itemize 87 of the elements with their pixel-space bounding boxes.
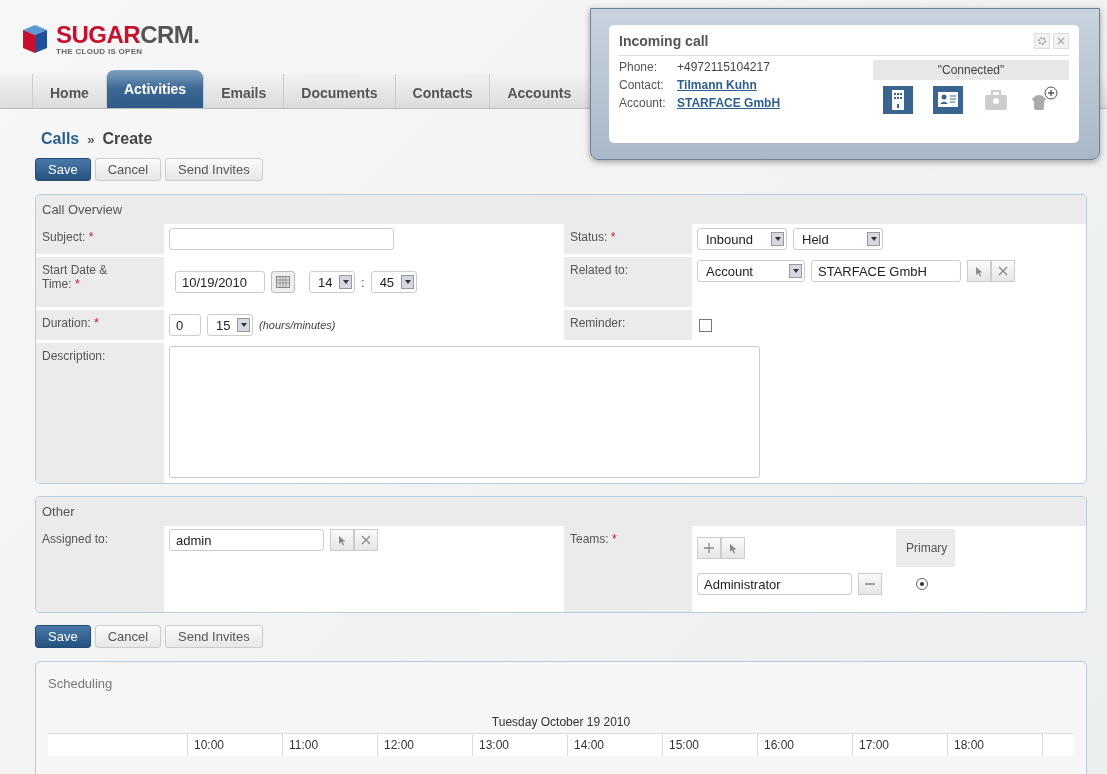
minutes-dropdown[interactable]: 15 (207, 314, 253, 336)
close-icon (998, 266, 1008, 276)
date-field[interactable]: 10/19/2010 (175, 271, 265, 293)
info-label: Account: (619, 96, 667, 110)
breadcrumb-link[interactable]: Calls (41, 130, 80, 148)
schedule-date: Tuesday October 19 2010 (491, 715, 631, 729)
info-label: Phone: (619, 60, 659, 74)
cancel-button[interactable]: Cancel (94, 625, 162, 648)
select-button[interactable] (967, 260, 991, 282)
page-title: Create (102, 130, 153, 148)
select-button[interactable] (330, 529, 354, 551)
briefcase-icon (983, 88, 1009, 112)
hour-label: 13:00 (479, 738, 510, 752)
team-field[interactable]: Administrator (697, 573, 852, 595)
nav-tab[interactable]: Documents (283, 74, 395, 108)
account-link[interactable]: STARFACE GmbH (677, 96, 781, 110)
building-icon[interactable] (883, 86, 913, 114)
send-invites-button[interactable]: Send Invites (165, 158, 263, 181)
minute-dropdown[interactable]: 45 (370, 271, 417, 293)
field-label: Assigned to: (42, 532, 109, 546)
field-label: Subject: * (42, 230, 94, 244)
assigned-field[interactable]: admin (169, 529, 324, 551)
nav-tab[interactable]: Activities (105, 70, 204, 108)
nav-tab[interactable]: Contacts (394, 74, 490, 108)
breadcrumb-separator: » (87, 132, 95, 147)
status-dropdown[interactable]: Held (793, 228, 883, 250)
select-button[interactable] (721, 537, 745, 559)
hour-label: 17:00 (859, 738, 890, 752)
add-button[interactable] (697, 537, 721, 559)
contact-link[interactable]: Tilmann Kuhn (677, 78, 757, 92)
info-label: Contact: (619, 78, 665, 92)
field-label: Start Date & Time: * (42, 263, 108, 291)
pointer-icon (729, 542, 737, 554)
panel-title: Call Overview (42, 202, 123, 217)
subject-field[interactable] (169, 228, 394, 250)
brand-logo: SUGARCRM. (56, 22, 200, 47)
time-separator: : (361, 274, 365, 290)
direction-dropdown[interactable]: Inbound (697, 228, 787, 250)
save-button[interactable]: Save (35, 625, 91, 648)
panel-title: Scheduling (48, 676, 114, 691)
pointer-icon (975, 265, 983, 277)
reminder-checkbox[interactable] (699, 318, 712, 332)
column-header: Primary (896, 529, 956, 567)
pointer-icon (338, 534, 346, 546)
hour-label: 18:00 (954, 738, 985, 752)
tagline: THE CLOUD IS OPEN (56, 46, 144, 56)
plus-icon (704, 543, 714, 553)
field-label: Status: * (570, 230, 616, 244)
call-status: "Connected" (937, 63, 1005, 77)
cube-logo-icon (22, 23, 48, 55)
save-button[interactable]: Save (35, 158, 91, 181)
nav-tab[interactable]: Home (32, 74, 106, 108)
hour-label: 15:00 (669, 738, 700, 752)
contact-card-icon[interactable] (933, 86, 963, 114)
hours-field[interactable]: 0 (169, 314, 201, 336)
calendar-icon[interactable] (271, 271, 295, 293)
duration-hint: (hours/minutes) (259, 319, 336, 331)
close-icon (361, 535, 371, 545)
field-label: Description: (42, 349, 106, 363)
popup-title: Incoming call (619, 33, 709, 49)
gear-icon (1037, 36, 1047, 46)
remove-button[interactable] (858, 573, 882, 595)
hour-label: 12:00 (384, 738, 415, 752)
clear-button[interactable] (354, 529, 378, 551)
field-label: Related to: (570, 263, 629, 277)
phone-number: +4972115104217 (677, 60, 770, 74)
hour-label: 10:00 (194, 738, 225, 752)
hour-label: 14:00 (574, 738, 605, 752)
cancel-button[interactable]: Cancel (94, 158, 162, 181)
nav-tab[interactable]: Accounts (489, 74, 589, 108)
clear-button[interactable] (991, 260, 1015, 282)
description-field[interactable] (169, 346, 760, 478)
related-field[interactable]: STARFACE GmbH (811, 260, 961, 282)
field-label: Duration: * (42, 316, 99, 330)
field-label: Teams: * (570, 532, 617, 546)
field-label: Reminder: (570, 316, 626, 330)
hour-dropdown[interactable]: 14 (309, 271, 355, 293)
hour-label: 16:00 (764, 738, 795, 752)
minus-icon (865, 583, 875, 585)
close-button[interactable] (1053, 33, 1069, 49)
related-type-dropdown[interactable]: Account (697, 260, 805, 282)
panel-title: Other (42, 504, 75, 519)
settings-button[interactable] (1034, 33, 1050, 49)
hour-label: 11:00 (289, 738, 319, 752)
nav-tab[interactable]: Emails (203, 74, 284, 108)
close-icon (1057, 37, 1065, 45)
send-invites-button[interactable]: Send Invites (165, 625, 263, 648)
